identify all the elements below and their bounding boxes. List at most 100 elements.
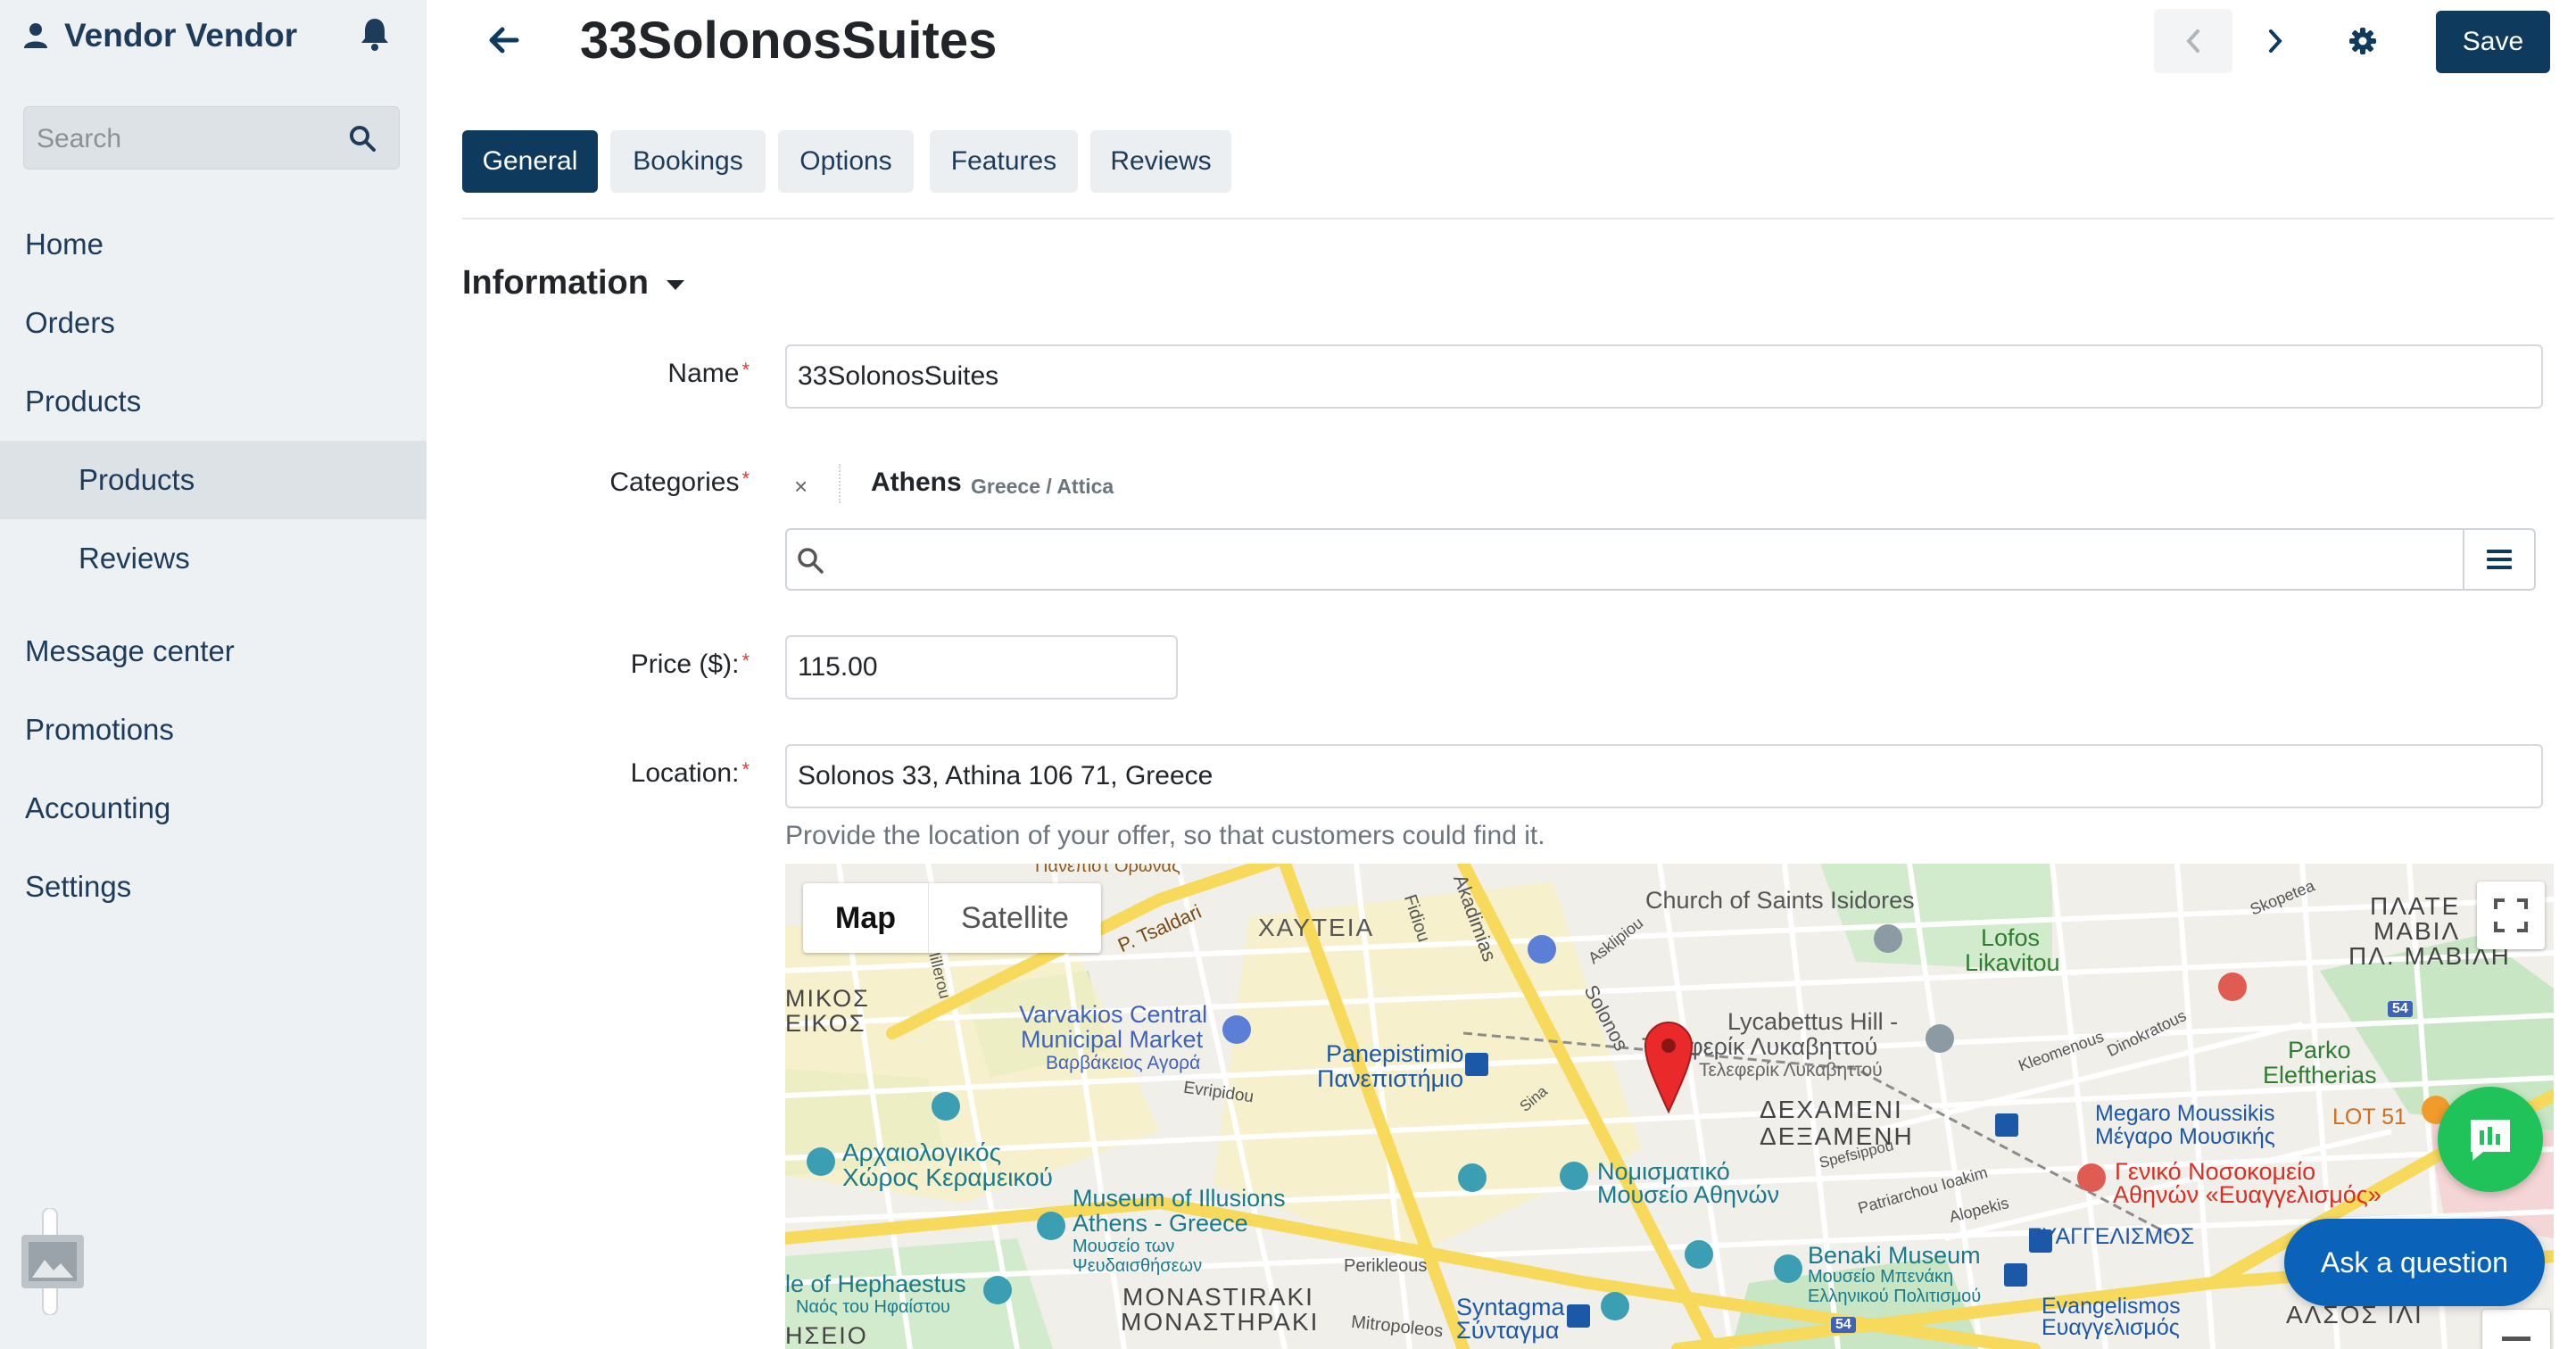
category-search-input[interactable] bbox=[832, 530, 2352, 591]
sidebar-item-orders[interactable]: Orders bbox=[0, 284, 427, 362]
map-type-map-button[interactable]: Map bbox=[803, 883, 928, 953]
tab-reviews[interactable]: Reviews bbox=[1090, 130, 1231, 193]
name-field[interactable]: 33SolonosSuites bbox=[785, 344, 2543, 409]
sidebar: Vendor Vendor Home Orders Products Produ… bbox=[0, 0, 427, 1349]
required-mark: * bbox=[741, 468, 750, 490]
sidebar-subitem-reviews[interactable]: Reviews bbox=[0, 519, 427, 598]
tab-bookings[interactable]: Bookings bbox=[610, 130, 766, 193]
tab-options[interactable]: Options bbox=[778, 130, 914, 193]
category-search bbox=[785, 528, 2536, 591]
sidebar-item-label: Settings bbox=[25, 870, 132, 903]
museum-marker-icon bbox=[1685, 1240, 1713, 1269]
place-marker-icon bbox=[1874, 924, 1902, 953]
sidebar-item-label: Message center bbox=[25, 634, 235, 667]
section-information-toggle[interactable]: Information bbox=[462, 264, 684, 302]
sidebar-collapse-icon[interactable] bbox=[20, 1208, 86, 1315]
sidebar-item-label: Products bbox=[25, 385, 142, 418]
shop-marker-icon bbox=[1222, 1015, 1251, 1044]
sidebar-item-label: Reviews bbox=[79, 542, 190, 575]
metro-marker-icon bbox=[1995, 1113, 2018, 1137]
location-label: Location: * bbox=[630, 758, 750, 788]
next-button[interactable] bbox=[2240, 9, 2311, 73]
required-mark: * bbox=[741, 650, 750, 672]
fullscreen-button[interactable] bbox=[2477, 881, 2545, 949]
chat-icon bbox=[2471, 1120, 2510, 1161]
sidebar-item-message-center[interactable]: Message center bbox=[0, 612, 427, 691]
museum-marker-icon bbox=[1560, 1162, 1588, 1190]
hamburger-icon bbox=[2487, 550, 2512, 569]
hospital-marker-icon bbox=[2077, 1163, 2106, 1192]
caret-down-icon bbox=[666, 280, 684, 290]
vendor-name: Vendor Vendor bbox=[64, 17, 298, 54]
museum-marker-icon bbox=[1037, 1212, 1065, 1240]
search-icon[interactable] bbox=[349, 125, 376, 152]
sidebar-item-label: Promotions bbox=[25, 713, 174, 746]
page-title: 33SolonosSuites bbox=[580, 12, 998, 70]
fullscreen-icon bbox=[2494, 898, 2528, 932]
ask-question-button[interactable]: Ask a question bbox=[2284, 1219, 2545, 1306]
tabs-divider bbox=[462, 218, 2554, 219]
category-name: Athens bbox=[871, 468, 962, 497]
museum-marker-icon bbox=[1774, 1254, 1802, 1283]
museum-marker-icon bbox=[1601, 1292, 1629, 1320]
museum-marker-icon bbox=[932, 1092, 960, 1121]
category-remove-button[interactable]: × bbox=[794, 473, 808, 501]
location-help-text: Provide the location of your offer, so t… bbox=[785, 821, 1545, 850]
previous-button[interactable] bbox=[2154, 9, 2232, 73]
sidebar-item-label: Home bbox=[25, 228, 104, 261]
sidebar-item-promotions[interactable]: Promotions bbox=[0, 691, 427, 769]
back-button[interactable] bbox=[482, 18, 526, 62]
tab-features[interactable]: Features bbox=[930, 130, 1078, 193]
bell-icon[interactable] bbox=[359, 16, 391, 52]
map-type-satellite-button[interactable]: Satellite bbox=[928, 883, 1101, 953]
sidebar-subitem-products[interactable]: Products bbox=[0, 441, 427, 519]
museum-marker-icon bbox=[807, 1147, 835, 1176]
price-field-value: 115.00 bbox=[798, 652, 878, 682]
name-label: Name * bbox=[667, 359, 750, 388]
chevron-left-icon bbox=[2186, 29, 2199, 53]
drag-handle[interactable] bbox=[839, 464, 843, 503]
place-marker-icon bbox=[1926, 1024, 1954, 1053]
metro-marker-icon bbox=[2029, 1229, 2052, 1253]
sidebar-item-label: Accounting bbox=[25, 791, 171, 824]
museum-marker-icon bbox=[983, 1276, 1012, 1304]
sidebar-item-accounting[interactable]: Accounting bbox=[0, 769, 427, 848]
chat-launcher[interactable] bbox=[2438, 1087, 2543, 1192]
sidebar-item-label: Orders bbox=[25, 306, 115, 339]
gear-icon bbox=[2349, 28, 2376, 54]
search-icon bbox=[798, 548, 824, 574]
name-field-value: 33SolonosSuites bbox=[798, 361, 999, 391]
price-label: Price ($): * bbox=[630, 650, 750, 679]
category-list-button[interactable] bbox=[2463, 530, 2534, 589]
metro-marker-icon bbox=[1567, 1304, 1590, 1328]
chevron-right-icon bbox=[2269, 29, 2282, 53]
sidebar-search bbox=[23, 106, 400, 170]
metro-marker-icon bbox=[2004, 1263, 2027, 1287]
settings-button[interactable] bbox=[2327, 9, 2398, 73]
location-field[interactable]: Solonos 33, Athina 106 71, Greece bbox=[785, 744, 2543, 808]
sidebar-item-home[interactable]: Home bbox=[0, 205, 427, 284]
map-type-control: Map Satellite bbox=[803, 883, 1101, 953]
zoom-out-icon[interactable] bbox=[2482, 1310, 2550, 1349]
category-path: Greece / Attica bbox=[971, 475, 1114, 498]
section-title: Information bbox=[462, 264, 649, 302]
sidebar-item-label: Products bbox=[79, 463, 195, 496]
location-field-value: Solonos 33, Athina 106 71, Greece bbox=[798, 761, 1213, 790]
museum-marker-icon bbox=[1458, 1163, 1487, 1192]
search-input[interactable] bbox=[24, 107, 360, 170]
required-mark: * bbox=[741, 758, 750, 781]
vendor-user[interactable]: Vendor Vendor bbox=[23, 12, 297, 59]
arrow-left-icon bbox=[489, 27, 519, 54]
tab-general[interactable]: General bbox=[462, 130, 598, 193]
hospital-marker-icon bbox=[2218, 972, 2247, 1001]
categories-label: Categories * bbox=[609, 468, 750, 497]
shop-marker-icon bbox=[1528, 935, 1556, 964]
sidebar-item-settings[interactable]: Settings bbox=[0, 848, 427, 926]
metro-marker-icon bbox=[1465, 1053, 1488, 1076]
save-button[interactable]: Save bbox=[2436, 11, 2550, 73]
price-field[interactable]: 115.00 bbox=[785, 635, 1178, 699]
required-mark: * bbox=[741, 359, 750, 381]
user-icon bbox=[24, 23, 47, 48]
location-pin-icon bbox=[1644, 1021, 1694, 1114]
sidebar-item-products[interactable]: Products bbox=[0, 362, 427, 441]
